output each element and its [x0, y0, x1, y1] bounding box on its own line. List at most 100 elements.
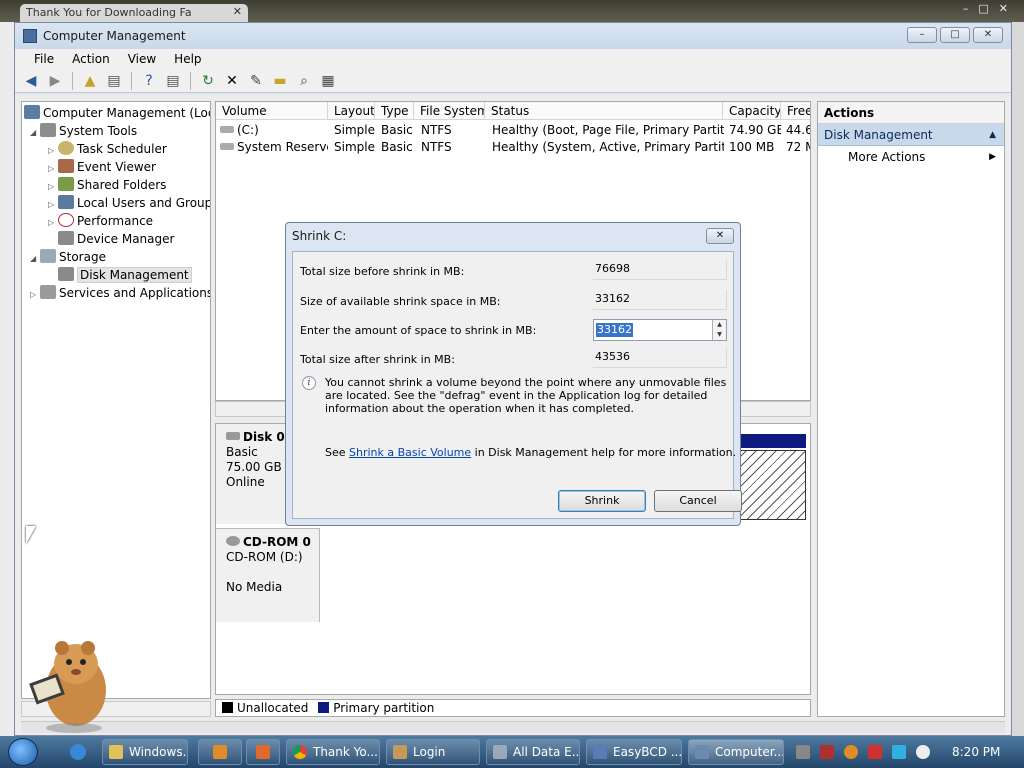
- spin-buttons[interactable]: ▲ ▼: [712, 320, 726, 340]
- partition-block[interactable]: [736, 450, 806, 520]
- easybcd-icon: [593, 745, 607, 759]
- tools-icon: [40, 123, 56, 137]
- toolbar: ◀ ▶ ▲ ▤ ? ▤ ↻ ✕ ✎ ▬ ⌕ ▦: [15, 69, 1011, 93]
- login-icon: [393, 745, 407, 759]
- shrink-amount-value[interactable]: 33162: [596, 323, 633, 337]
- tree-item-task-scheduler[interactable]: ▷ Task Scheduler: [48, 140, 167, 158]
- tray-icon-2[interactable]: [820, 745, 834, 759]
- taskbar-button-easybcd[interactable]: EasyBCD ...: [586, 739, 682, 765]
- folder-icon: [109, 745, 123, 759]
- tree-item-label: Local Users and Groups: [77, 196, 211, 210]
- shrink-button[interactable]: Shrink: [558, 490, 646, 512]
- performance-icon: [58, 213, 74, 227]
- shrink-dialog: Shrink C: ✕ Total size before shrink in …: [285, 222, 742, 526]
- tree-item-local-users-and-groups[interactable]: ▷ Local Users and Groups: [48, 194, 211, 212]
- taskbar-clock[interactable]: 8:20 PM: [952, 745, 1000, 759]
- taskbar-button-all-data[interactable]: All Data E...: [486, 739, 580, 765]
- internet-explorer-icon[interactable]: [70, 744, 86, 760]
- tree-item-shared-folders[interactable]: ▷ Shared Folders: [48, 176, 166, 194]
- start-button[interactable]: [8, 738, 38, 766]
- cd-rom-icon: [226, 536, 240, 546]
- volume-icon[interactable]: [916, 745, 930, 759]
- window-icon: [493, 745, 507, 759]
- taskbar-button-login[interactable]: Login: [386, 739, 480, 765]
- tree-root[interactable]: Computer Management (Local: [24, 104, 210, 122]
- clock-icon: [58, 141, 74, 155]
- search-icon[interactable]: ⌕: [294, 71, 314, 91]
- column-capacity[interactable]: Capacity: [723, 102, 781, 120]
- taskbar-button-computer-management[interactable]: Computer...: [688, 739, 784, 765]
- tree-item-services-and-applications[interactable]: ▷ Services and Applications: [30, 284, 210, 304]
- help-link[interactable]: Shrink a Basic Volume: [349, 446, 471, 459]
- total-after-value: 43536: [593, 348, 727, 368]
- volume-cell: System Reserved: [220, 139, 328, 156]
- title-bar[interactable]: Computer Management – □ ✕: [15, 23, 1011, 49]
- tree-item-event-viewer[interactable]: ▷ Event Viewer: [48, 158, 156, 176]
- disk-legend: Unallocated Primary partition: [215, 699, 811, 717]
- delete-icon[interactable]: ✕: [222, 71, 242, 91]
- tree-item-storage[interactable]: ◢ Storage: [30, 248, 106, 266]
- dialog-close-button[interactable]: ✕: [706, 228, 734, 244]
- collapse-arrow-icon[interactable]: ◢: [30, 250, 40, 268]
- actions-section-disk-management[interactable]: Disk Management ▲: [818, 124, 1004, 146]
- menu-help[interactable]: Help: [165, 52, 210, 66]
- column-file-system[interactable]: File System: [414, 102, 485, 120]
- tree-item-label: Shared Folders: [77, 178, 167, 192]
- close-button[interactable]: ✕: [973, 27, 1003, 43]
- tree-item-label: Task Scheduler: [77, 142, 167, 156]
- tree-item-device-manager[interactable]: Device Manager: [48, 230, 174, 248]
- column-layout[interactable]: Layout: [328, 102, 375, 120]
- more-actions-item[interactable]: More Actions ▶: [818, 146, 1004, 168]
- network-icon[interactable]: [892, 745, 906, 759]
- shrink-amount-label: Enter the amount of space to shrink in M…: [300, 324, 537, 337]
- dialog-title-bar[interactable]: Shrink C: ✕: [286, 223, 740, 249]
- menu-view[interactable]: View: [119, 52, 165, 66]
- column-type[interactable]: Type: [375, 102, 414, 120]
- flag-icon[interactable]: [868, 745, 882, 759]
- event-viewer-icon: [58, 159, 74, 173]
- available-space-label: Size of available shrink space in MB:: [300, 295, 501, 308]
- tray-icon-3[interactable]: [844, 745, 858, 759]
- forward-arrow-icon[interactable]: ▶: [45, 71, 65, 91]
- collapse-up-icon[interactable]: ▲: [989, 124, 996, 146]
- column-volume[interactable]: Volume: [216, 102, 328, 120]
- show-hide-action-pane-icon[interactable]: ▤: [163, 71, 183, 91]
- browser-window-buttons[interactable]: –□✕: [963, 2, 1018, 15]
- collapse-arrow-icon[interactable]: ◢: [30, 124, 40, 142]
- minimize-button[interactable]: –: [907, 27, 937, 43]
- column-free[interactable]: Free: [781, 102, 810, 120]
- taskbar-button-media[interactable]: [198, 739, 242, 765]
- disk-list-icon[interactable]: ▦: [318, 71, 338, 91]
- show-hide-tree-icon[interactable]: ▤: [104, 71, 124, 91]
- maximize-button[interactable]: □: [940, 27, 970, 43]
- menu-file[interactable]: File: [25, 52, 63, 66]
- capacity-cell: 100 MB: [729, 140, 775, 154]
- tree-item-system-tools[interactable]: ◢ System Tools: [30, 122, 137, 140]
- close-icon[interactable]: ✕: [233, 5, 242, 18]
- taskbar-button-windows[interactable]: Windows...: [102, 739, 188, 765]
- taskbar-button-chrome[interactable]: Thank Yo...: [286, 739, 380, 765]
- refresh-icon[interactable]: ↻: [198, 71, 218, 91]
- help-icon[interactable]: ?: [139, 71, 159, 91]
- background-window-left: [0, 22, 14, 736]
- type-cell: Basic: [381, 140, 413, 154]
- primary-partition-header[interactable]: [736, 434, 806, 448]
- tree-item-performance[interactable]: ▷ Performance: [48, 212, 153, 230]
- shrink-amount-input[interactable]: 33162 ▲ ▼: [593, 319, 727, 341]
- cdrom-0-label[interactable]: CD-ROM 0 CD-ROM (D:) No Media: [216, 528, 320, 622]
- properties-icon[interactable]: ✎: [246, 71, 266, 91]
- up-folder-icon[interactable]: ▲: [80, 71, 100, 91]
- tray-icon-1[interactable]: [796, 745, 810, 759]
- tree-item-disk-management[interactable]: Disk Management: [48, 266, 192, 284]
- taskbar-button-app[interactable]: [246, 739, 280, 765]
- cancel-button[interactable]: Cancel: [654, 490, 742, 512]
- expand-arrow-icon[interactable]: ▷: [30, 286, 40, 304]
- menu-action[interactable]: Action: [63, 52, 119, 66]
- back-arrow-icon[interactable]: ◀: [21, 71, 41, 91]
- browser-tab[interactable]: Thank You for Downloading Fa ✕: [20, 4, 248, 22]
- services-icon: [40, 285, 56, 299]
- column-status[interactable]: Status: [485, 102, 723, 120]
- hamster-mascot-image: [29, 641, 106, 733]
- open-folder-icon[interactable]: ▬: [270, 71, 290, 91]
- app-icon: [256, 745, 270, 759]
